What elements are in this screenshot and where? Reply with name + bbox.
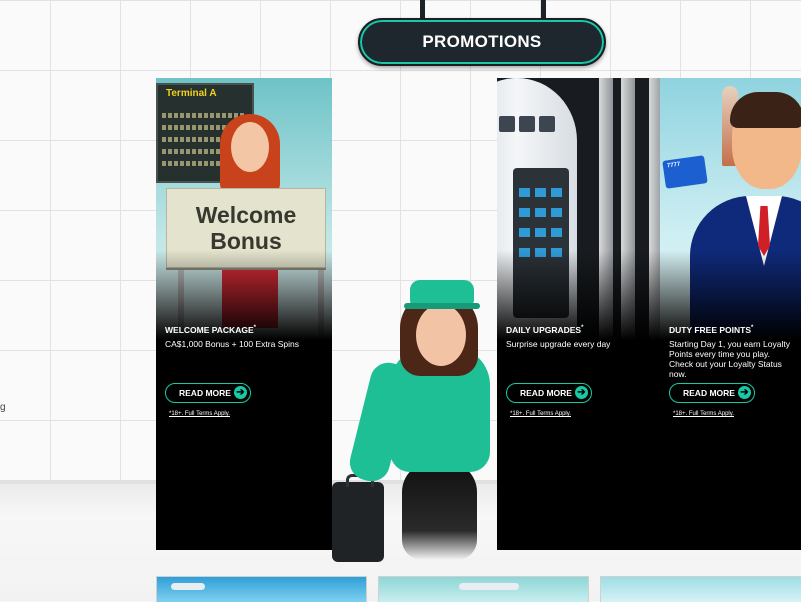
promo-image-dutyfree: 7777 [660,78,801,340]
flight-attendant-illustration [332,262,502,562]
promo-card-welcome[interactable]: Terminal A Welcome Bonus WELCOME PACKAGE… [156,78,332,550]
promo-description: CA$1,000 Bonus + 100 Extra Spins [165,339,299,349]
sign-rod-left [420,0,425,20]
promo-thumbnail-3[interactable] [600,576,801,602]
promotions-sign: PROMOTIONS [358,18,606,66]
arrow-right-icon: ➔ [738,386,751,399]
terms-link[interactable]: *18+. Full Terms Apply. [510,411,571,417]
sign-line-2: Bonus [210,228,282,254]
promo-thumbnail-1[interactable] [156,576,367,602]
loyalty-card-illustration: 7777 [662,155,708,189]
terms-link[interactable]: *18+. Full Terms Apply. [673,411,734,417]
jetway-illustration [513,168,569,318]
edge-text: g [0,402,6,413]
arrow-right-icon: ➔ [575,386,588,399]
sign-rod-right [541,0,546,20]
businessman-illustration [690,196,801,340]
terms-link[interactable]: *18+. Full Terms Apply. [169,411,230,417]
sign-line-1: Welcome [195,202,297,228]
promo-image-daily [497,78,673,340]
promo-title: WELCOME PACKAGE* [165,325,256,335]
promo-title: DUTY FREE POINTS* [669,325,754,335]
page-title: PROMOTIONS [422,32,542,51]
loyalty-card-label: 7777 [666,161,681,170]
promo-description: Starting Day 1, you earn Loyalty Points … [669,339,790,379]
receptionist-illustration [231,122,269,172]
promo-description: Surprise upgrade every day [506,339,611,349]
promo-card-daily[interactable]: DAILY UPGRADES* Surprise upgrade every d… [497,78,673,550]
promo-thumbnail-2[interactable] [378,576,589,602]
welcome-bonus-sign: Welcome Bonus [166,188,326,268]
read-more-button-daily[interactable]: READ MORE ➔ [506,383,592,403]
arrow-right-icon: ➔ [234,386,247,399]
read-more-button-welcome[interactable]: READ MORE ➔ [165,383,251,403]
luggage-illustration [332,474,384,562]
promo-image-welcome: Terminal A Welcome Bonus [156,78,332,340]
read-more-button-dutyfree[interactable]: READ MORE ➔ [669,383,755,403]
board-label: Terminal A [166,88,217,99]
promo-title: DAILY UPGRADES* [506,325,584,335]
promo-card-dutyfree[interactable]: 7777 DUTY FREE POINTS* Starting Day 1, y… [660,78,801,550]
